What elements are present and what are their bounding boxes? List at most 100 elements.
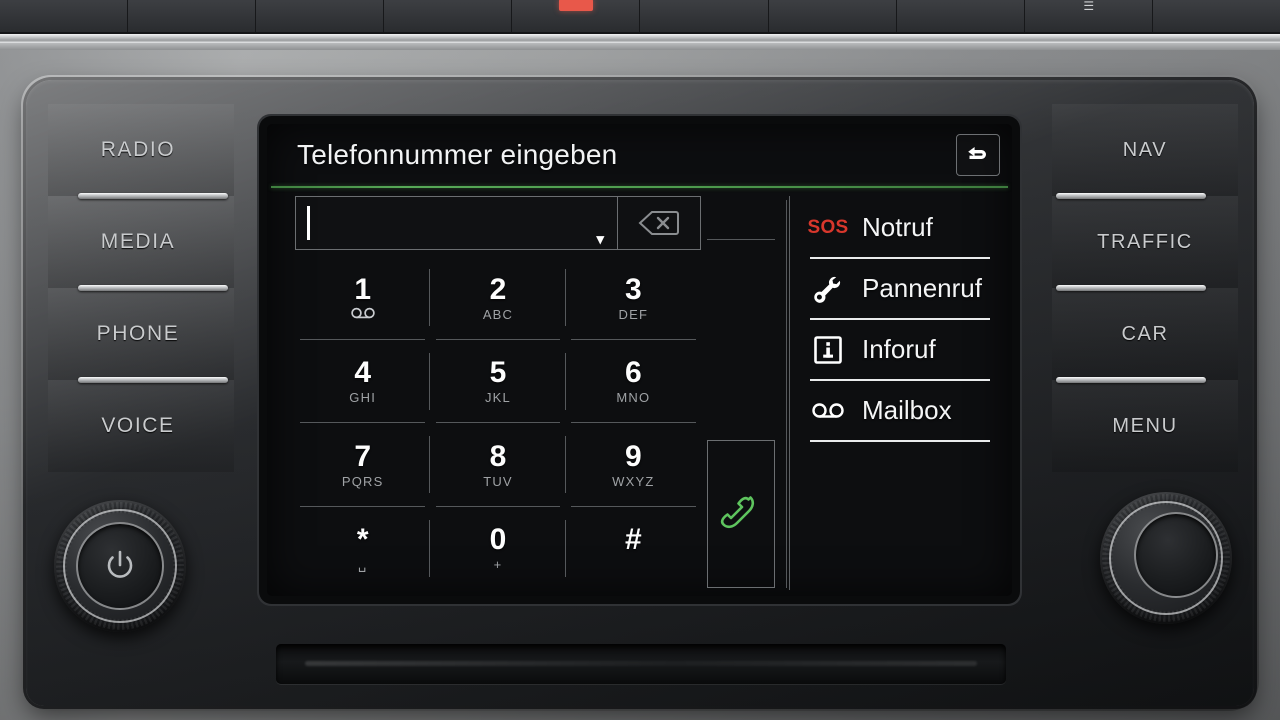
keypad-key-3-letters: DEF — [618, 306, 649, 322]
phone-number-input[interactable]: ▾ — [295, 196, 617, 250]
rear-defrost-icon: ☰ — [1083, 0, 1094, 13]
hardkey-radio[interactable]: RADIO — [48, 104, 234, 199]
hardkey-menu[interactable]: MENU — [1052, 380, 1238, 472]
keypad-key-8-digit: 8 — [489, 439, 507, 473]
hardkey-traffic-label: TRAFFIC — [1097, 230, 1193, 253]
hardkey-nav-label: NAV — [1122, 138, 1168, 161]
keypad-key-4[interactable]: 4 GHI — [295, 340, 431, 424]
keypad-key-1-digit: 1 — [354, 272, 371, 306]
voicemail-icon — [350, 307, 376, 322]
keypad-key-7[interactable]: 7 PQRS — [295, 423, 431, 507]
keypad-key-star-space: ␣ — [357, 557, 368, 573]
blank-key-1[interactable] — [0, 0, 129, 32]
chrome-trim-lower — [0, 43, 1280, 50]
hardkey-car-label: CAR — [1121, 322, 1169, 345]
list-item-inforuf[interactable]: Inforuf — [810, 320, 990, 381]
power-icon — [107, 550, 133, 578]
infotainment-screen: Telefonnummer eingeben ▾ 1 2 ABC 3 DEF 4… — [267, 124, 1012, 596]
list-item-mailbox[interactable]: Mailbox — [810, 381, 990, 442]
voicemail-icon — [810, 394, 846, 428]
list-item-pannenruf[interactable]: Pannenruf — [810, 259, 990, 320]
phone-handset-icon — [720, 496, 755, 529]
hardkey-voice-label: VOICE — [101, 414, 175, 437]
keypad-key-hash-digit: # — [624, 523, 642, 557]
list-item-notruf[interactable]: SOS Notruf — [807, 198, 990, 259]
service-call-list: SOS Notruf Pannenruf Inforuf Mailbox — [789, 196, 1008, 590]
chrome-trim-upper — [0, 34, 1280, 43]
blank-key-5[interactable] — [640, 0, 769, 32]
call-column-rule — [786, 200, 787, 588]
hardkey-media-label: MEDIA — [100, 230, 176, 253]
keypad-key-0-digit: 0 — [489, 523, 507, 557]
keypad-key-6-letters: MNO — [616, 390, 651, 406]
keypad-key-5-letters: JKL — [484, 390, 511, 406]
keypad-key-0-plus: + — [493, 557, 503, 573]
keypad-key-2[interactable]: 2 ABC — [430, 256, 566, 340]
climate-button-strip: ☰ — [0, 0, 1280, 34]
call-button[interactable] — [707, 440, 775, 588]
keypad-key-5-digit: 5 — [489, 356, 507, 390]
left-hardkey-column: RADIO MEDIA PHONE VOICE — [48, 104, 234, 472]
list-item-notruf-label: Notruf — [862, 212, 933, 242]
call-column-divider — [707, 196, 775, 240]
tune-scroll-knob[interactable] — [1100, 492, 1232, 624]
keypad-key-hash[interactable]: # — [566, 507, 701, 591]
hardkey-phone-label: PHONE — [96, 322, 180, 345]
keypad-key-star[interactable]: * ␣ — [295, 507, 431, 591]
dashboard: ☰ RADIO MEDIA PHONE VOICE NAV TRAFFIC CA… — [0, 0, 1280, 720]
page-title: Telefonnummer eingeben — [297, 139, 618, 170]
cd-slot — [276, 644, 1006, 684]
keypad-key-3[interactable]: 3 DEF — [566, 256, 701, 340]
blank-key-8[interactable] — [1152, 0, 1280, 32]
keypad-key-star-digit: * — [356, 523, 369, 557]
blank-key-3[interactable] — [256, 0, 385, 32]
rear-defrost-key[interactable]: ☰ — [1024, 0, 1153, 32]
back-button[interactable] — [956, 134, 1000, 176]
keypad-key-9-letters: WXYZ — [612, 473, 655, 489]
keypad-key-1[interactable]: 1 — [295, 256, 431, 340]
hardkey-nav[interactable]: NAV — [1052, 104, 1238, 199]
blank-key-6[interactable] — [768, 0, 897, 32]
hazard-lights-key[interactable] — [512, 0, 641, 32]
numeric-keypad: 1 2 ABC 3 DEF 4 GHI 5 JKL 6 MNO 7 PQRS 8… — [295, 256, 701, 590]
blank-key-2[interactable] — [128, 0, 257, 32]
backspace-delete-icon — [638, 211, 679, 235]
keypad-key-9[interactable]: 9 WXYZ — [566, 423, 701, 507]
power-knob-cap[interactable] — [76, 522, 164, 610]
hardkey-phone[interactable]: PHONE — [48, 288, 234, 383]
head-unit: RADIO MEDIA PHONE VOICE NAV TRAFFIC CAR — [21, 75, 1259, 711]
backspace-button[interactable] — [617, 196, 701, 250]
keypad-key-4-digit: 4 — [354, 356, 371, 390]
right-hardkey-column: NAV TRAFFIC CAR MENU — [1052, 104, 1238, 472]
chevron-down-icon[interactable]: ▾ — [596, 232, 604, 247]
hardkey-voice[interactable]: VOICE — [48, 380, 234, 472]
keypad-key-2-digit: 2 — [489, 272, 507, 306]
hardkey-menu-label: MENU — [1112, 414, 1178, 437]
keypad-key-8[interactable]: 8 TUV — [430, 423, 566, 507]
keypad-key-0[interactable]: 0 + — [430, 507, 566, 591]
keypad-key-5[interactable]: 5 JKL — [430, 340, 566, 424]
sos-icon: SOS — [807, 216, 849, 238]
keypad-key-3-digit: 3 — [624, 272, 642, 306]
hardkey-radio-label: RADIO — [100, 138, 176, 161]
wrench-icon — [810, 272, 846, 306]
hardkey-traffic[interactable]: TRAFFIC — [1052, 196, 1238, 291]
keypad-key-4-letters: GHI — [349, 390, 377, 406]
keypad-key-7-digit: 7 — [354, 439, 371, 473]
keypad-key-2-letters: ABC — [482, 306, 514, 322]
tune-knob-cap[interactable] — [1134, 512, 1218, 598]
hardkey-car[interactable]: CAR — [1052, 288, 1238, 383]
list-item-pannenruf-label: Pannenruf — [862, 273, 982, 303]
screen-header: Telefonnummer eingeben — [267, 124, 1012, 186]
phone-input-row: ▾ — [295, 196, 701, 250]
hardkey-media[interactable]: MEDIA — [48, 196, 234, 291]
dialer-pane: ▾ 1 2 ABC 3 DEF 4 GHI 5 JKL 6 MNO 7 PQRS… — [271, 196, 701, 590]
call-column — [701, 196, 787, 590]
keypad-key-6[interactable]: 6 MNO — [566, 340, 701, 424]
blank-key-7[interactable] — [896, 0, 1025, 32]
keypad-key-6-digit: 6 — [624, 356, 642, 390]
back-arrow-icon — [968, 147, 986, 159]
power-volume-knob[interactable] — [54, 500, 186, 632]
blank-key-4[interactable] — [384, 0, 513, 32]
screen-body: ▾ 1 2 ABC 3 DEF 4 GHI 5 JKL 6 MNO 7 PQRS… — [267, 188, 1012, 596]
